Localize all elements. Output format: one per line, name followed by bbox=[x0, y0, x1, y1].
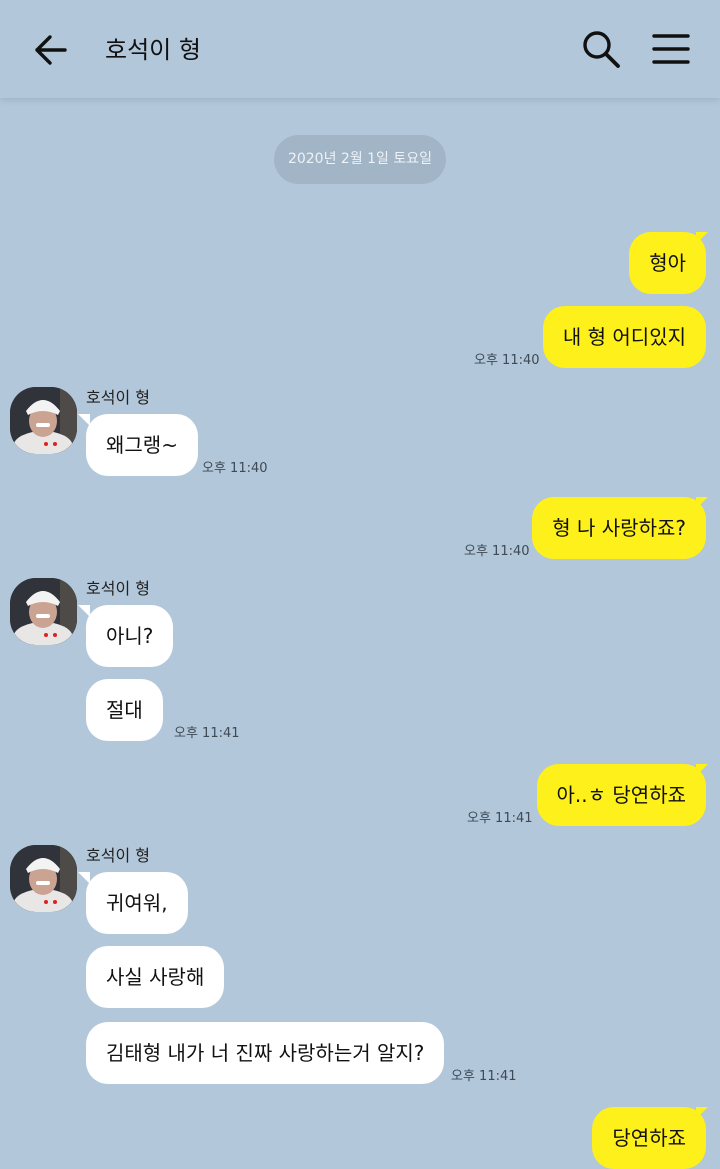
back-arrow-icon[interactable] bbox=[30, 30, 70, 70]
message-time: 오후 11:40 bbox=[202, 461, 268, 476]
sender-name: 호석이 형 bbox=[86, 846, 150, 865]
sender-name: 호석이 형 bbox=[86, 579, 150, 598]
their-message-bubble[interactable]: 귀여워, bbox=[86, 872, 188, 934]
contact-avatar[interactable] bbox=[10, 387, 77, 454]
message-time: 오후 11:41 bbox=[467, 811, 533, 826]
my-message-bubble[interactable]: 아..ㅎ 당연하죠 bbox=[536, 764, 706, 826]
my-message-bubble[interactable]: 형아 bbox=[629, 232, 706, 294]
bubble-tail bbox=[696, 232, 708, 244]
message-time: 오후 11:41 bbox=[451, 1069, 517, 1084]
their-message-bubble[interactable]: 사실 사랑해 bbox=[86, 946, 225, 1008]
my-message-bubble[interactable]: 형 나 사랑하죠? bbox=[532, 497, 706, 559]
my-message-bubble[interactable]: 내 형 어디있지 bbox=[542, 306, 706, 368]
their-message-bubble[interactable]: 김태형 내가 너 진짜 사랑하는거 알지? bbox=[86, 1022, 445, 1084]
bubble-tail bbox=[696, 497, 708, 509]
date-divider: 2020년 2월 1일 토요일 bbox=[274, 135, 446, 184]
my-message-bubble[interactable]: 당연하죠 bbox=[592, 1107, 706, 1169]
message-time: 오후 11:40 bbox=[474, 353, 540, 368]
avatar-image bbox=[10, 578, 77, 645]
their-message-bubble[interactable]: 절대 bbox=[86, 679, 163, 741]
sender-name: 호석이 형 bbox=[86, 388, 150, 407]
bubble-tail bbox=[78, 605, 90, 617]
chat-title: 호석이 형 bbox=[105, 36, 201, 64]
their-message-bubble[interactable]: 왜그랭~ bbox=[86, 414, 198, 476]
avatar-image bbox=[10, 845, 77, 912]
contact-avatar[interactable] bbox=[10, 845, 77, 912]
bubble-tail bbox=[78, 872, 90, 884]
search-icon[interactable] bbox=[580, 28, 622, 70]
message-time: 오후 11:41 bbox=[174, 726, 240, 741]
their-message-bubble[interactable]: 아니? bbox=[86, 605, 174, 667]
bubble-tail bbox=[78, 414, 90, 426]
bubble-tail bbox=[696, 764, 708, 776]
contact-avatar[interactable] bbox=[10, 578, 77, 645]
message-time: 오후 11:40 bbox=[464, 544, 530, 559]
bubble-tail bbox=[696, 1107, 708, 1119]
chat-header: 호석이 형 bbox=[0, 0, 720, 98]
avatar-image bbox=[10, 387, 77, 454]
menu-icon[interactable] bbox=[650, 30, 692, 68]
